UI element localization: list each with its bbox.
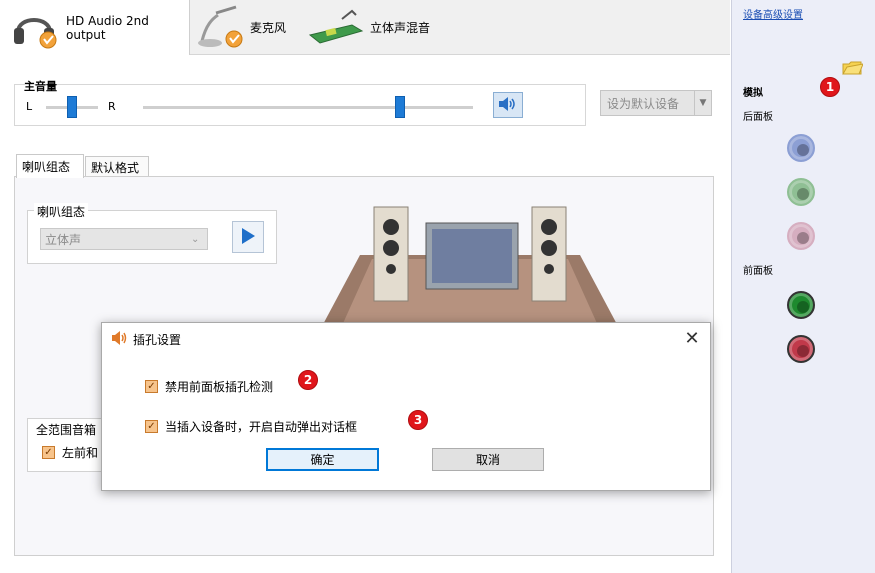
rear-panel-label: 后面板 xyxy=(743,112,773,123)
front-jack-red[interactable] xyxy=(787,335,815,363)
set-default-label: 设为默认设备 xyxy=(607,96,680,111)
annotation-badge-3: 3 xyxy=(408,410,428,430)
tab-hd-audio-2nd-output[interactable]: HD Audio 2nd output xyxy=(0,0,190,55)
chevron-down-icon[interactable]: ▼ xyxy=(694,91,711,115)
balance-left-label: L xyxy=(26,100,33,113)
ok-label: 确定 xyxy=(310,453,335,467)
tab-label: 麦克风 xyxy=(250,20,287,35)
disable-front-jack-detection-label: 禁用前面板插孔检测 xyxy=(165,380,274,394)
sound-card-icon xyxy=(306,5,366,49)
auto-popup-checkbox[interactable]: ✓ xyxy=(145,420,158,433)
headphones-icon xyxy=(10,6,58,50)
cancel-label: 取消 xyxy=(475,453,500,467)
tab-label: 默认格式 xyxy=(91,161,140,175)
annotation-badge-2: 2 xyxy=(298,370,318,390)
master-volume-track xyxy=(143,106,473,109)
full-range-checkbox[interactable]: ✓ xyxy=(42,446,55,459)
rear-jack-green[interactable] xyxy=(787,178,815,206)
speaker-config-group-label: 喇叭组态 xyxy=(34,203,89,220)
master-volume-title: 主音量 xyxy=(24,80,57,93)
disable-front-jack-detection-checkbox[interactable]: ✓ xyxy=(145,380,158,393)
jack-settings-dialog xyxy=(101,322,711,491)
tab-speaker-config[interactable]: 喇叭组态 xyxy=(16,154,84,178)
speaker-icon xyxy=(111,331,129,348)
front-panel-label: 前面板 xyxy=(743,266,773,277)
folder-icon[interactable] xyxy=(841,58,864,79)
play-icon xyxy=(240,227,256,248)
analog-label: 模拟 xyxy=(743,88,763,99)
auto-popup-label: 当插入设备时，开启自动弹出对话框 xyxy=(165,420,358,434)
balance-slider-thumb[interactable] xyxy=(67,96,77,118)
rear-jack-blue[interactable] xyxy=(787,134,815,162)
tab-microphone[interactable]: 麦克风 xyxy=(196,0,300,54)
speaker-icon xyxy=(498,96,518,115)
tab-label: 喇叭组态 xyxy=(22,160,71,174)
set-default-device-button[interactable]: 设为默认设备 ▼ xyxy=(600,90,712,116)
close-icon[interactable]: ✕ xyxy=(682,328,702,349)
tab-label: 立体声混音 xyxy=(370,20,431,35)
speaker-room-illustration xyxy=(300,195,640,330)
tab-label: HD Audio 2nd output xyxy=(66,13,149,42)
play-test-button[interactable] xyxy=(232,221,264,253)
advanced-settings-link[interactable]: 设备高级设置 xyxy=(743,6,803,21)
rear-jack-pink[interactable] xyxy=(787,222,815,250)
annotation-badge-1: 1 xyxy=(820,77,840,97)
dialog-title: 插孔设置 xyxy=(133,333,182,347)
cancel-button[interactable]: 取消 xyxy=(432,448,544,471)
mute-button[interactable] xyxy=(493,92,523,118)
master-volume-thumb[interactable] xyxy=(395,96,406,118)
speaker-config-select[interactable]: 立体声 ⌄ xyxy=(40,228,208,250)
microphone-icon xyxy=(196,5,244,49)
speaker-config-value: 立体声 xyxy=(45,232,82,247)
balance-right-label: R xyxy=(108,100,116,113)
front-jack-green[interactable] xyxy=(787,291,815,319)
tab-default-format[interactable]: 默认格式 xyxy=(85,156,149,178)
tab-stereo-mix[interactable]: 立体声混音 xyxy=(306,0,444,54)
ok-button[interactable]: 确定 xyxy=(266,448,379,471)
chevron-down-icon: ⌄ xyxy=(191,233,200,245)
